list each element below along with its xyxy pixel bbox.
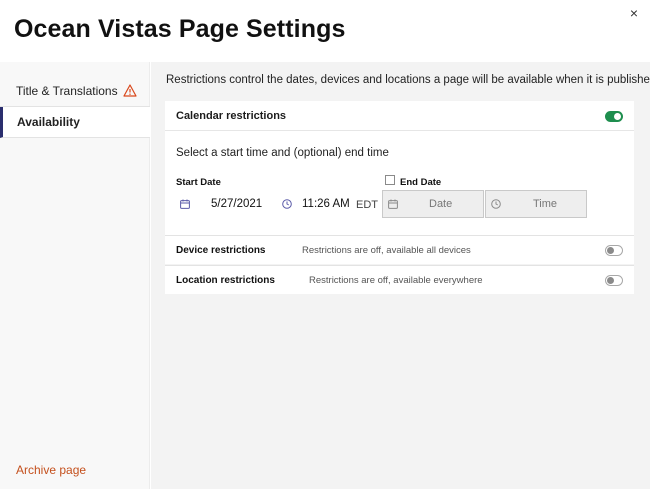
calendar-restrictions-card: Calendar restrictions Select a start tim…: [165, 101, 634, 235]
main-panel: Restrictions control the dates, devices …: [151, 62, 650, 489]
location-restrictions-row: Location restrictions Restrictions are o…: [165, 265, 634, 294]
sidebar-item-label: Title & Translations: [16, 84, 118, 98]
device-restrictions-title: Device restrictions: [176, 245, 266, 256]
sidebar-item-title-translations[interactable]: Title & Translations: [0, 76, 150, 107]
end-time-placeholder: Time: [533, 198, 558, 210]
end-date-label: End Date: [400, 177, 442, 188]
end-date-checkbox[interactable]: [385, 175, 395, 185]
calendar-icon: [388, 199, 398, 209]
close-icon[interactable]: ×: [626, 5, 642, 21]
start-date-value[interactable]: 5/27/2021: [211, 198, 262, 210]
archive-page-link[interactable]: Archive page: [16, 463, 86, 477]
sidebar: Title & Translations Availability Archiv…: [0, 62, 150, 489]
intro-text: Restrictions control the dates, devices …: [166, 74, 650, 86]
warning-icon: [123, 84, 137, 97]
end-time-field[interactable]: Time: [485, 190, 587, 218]
device-restrictions-status: Restrictions are off, available all devi…: [302, 245, 471, 256]
calendar-subtitle: Select a start time and (optional) end t…: [176, 147, 389, 159]
calendar-restrictions-title: Calendar restrictions: [165, 101, 634, 131]
sidebar-item-availability[interactable]: Availability: [0, 107, 150, 138]
location-restrictions-status: Restrictions are off, available everywhe…: [309, 275, 483, 286]
start-date-label: Start Date: [176, 177, 221, 188]
device-restrictions-toggle[interactable]: [605, 245, 623, 256]
end-date-placeholder: Date: [429, 198, 453, 210]
clock-icon: [491, 199, 501, 209]
calendar-restrictions-toggle[interactable]: [605, 111, 623, 122]
location-restrictions-title: Location restrictions: [176, 275, 275, 286]
dialog-header: Ocean Vistas Page Settings ×: [0, 0, 650, 62]
page-title: Ocean Vistas Page Settings: [14, 15, 346, 43]
end-date-field[interactable]: Date: [382, 190, 484, 218]
timezone-label: EDT: [356, 199, 378, 211]
clock-icon[interactable]: [282, 199, 292, 209]
start-time-value[interactable]: 11:26 AM: [302, 198, 350, 210]
device-restrictions-row: Device restrictions Restrictions are off…: [165, 235, 634, 264]
calendar-icon[interactable]: [180, 199, 190, 209]
sidebar-item-label: Availability: [17, 115, 80, 129]
location-restrictions-toggle[interactable]: [605, 275, 623, 286]
